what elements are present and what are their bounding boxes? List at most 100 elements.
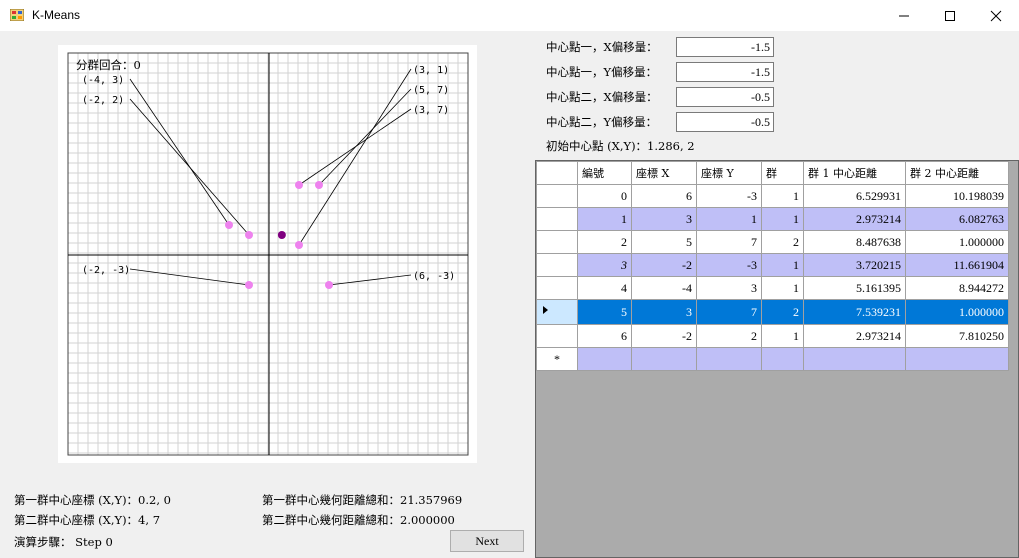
round-label: 分群回合：0	[76, 58, 141, 72]
table-row[interactable]: 1 3 1 1 2.973214 6.082763	[536, 207, 1009, 231]
row-header[interactable]	[536, 324, 578, 348]
maximize-button[interactable]	[927, 0, 973, 31]
offset-input-0[interactable]: -1.5	[676, 37, 774, 57]
table-cell[interactable]: 6.529931	[803, 184, 906, 208]
title-bar: K-Means	[0, 0, 1019, 31]
table-cell[interactable]: 5	[577, 299, 632, 325]
maximize-icon	[945, 10, 955, 21]
point-label: (-2, 2)	[82, 95, 124, 106]
point-label: (3, 7)	[413, 105, 449, 116]
column-header-3[interactable]: 群	[761, 161, 804, 185]
minimize-button[interactable]	[881, 0, 927, 31]
close-button[interactable]	[973, 0, 1019, 31]
table-cell[interactable]: 7	[696, 299, 762, 325]
row-header[interactable]	[536, 230, 578, 254]
table-cell[interactable]: 11.661904	[905, 253, 1009, 277]
table-cell[interactable]	[631, 347, 697, 371]
table-cell[interactable]: -2	[631, 324, 697, 348]
data-point	[315, 181, 323, 189]
plot-grid	[67, 52, 469, 455]
table-cell[interactable]: 3	[631, 207, 697, 231]
table-row[interactable]: 4 -4 3 1 5.161395 8.944272	[536, 276, 1009, 300]
plot-canvas: 分群回合：0 (6, -3) (3, 1) (5, 7) (-2, -3) (-4, 3)…	[67, 52, 469, 456]
table-cell[interactable]: 6	[577, 324, 632, 348]
column-header-5[interactable]: 群 2 中心距離	[905, 161, 1009, 185]
table-cell[interactable]: 8.944272	[905, 276, 1009, 300]
point-label: (-4, 3)	[82, 75, 124, 86]
table-cell[interactable]	[905, 347, 1009, 371]
initial-center-label: 初始中心點 (X,Y)：1.286, 2	[546, 139, 695, 153]
window-title: K-Means	[32, 8, 81, 22]
table-row[interactable]: 0 6 -3 1 6.529931 10.198039	[536, 184, 1009, 208]
table-cell[interactable]: -3	[696, 253, 762, 277]
table-cell[interactable]: 0	[577, 184, 632, 208]
point-label: (3, 1)	[413, 65, 449, 76]
table-row[interactable]: 2 5 7 2 8.487638 1.000000	[536, 230, 1009, 254]
table-cell[interactable]: 6	[631, 184, 697, 208]
table-cell[interactable]: 7.810250	[905, 324, 1009, 348]
table-cell[interactable]: 3.720215	[803, 253, 906, 277]
column-header-1[interactable]: 座標 X	[631, 161, 697, 185]
table-cell[interactable]: -3	[696, 184, 762, 208]
offset-input-1[interactable]: -1.5	[676, 62, 774, 82]
table-cell[interactable]: 1	[761, 207, 804, 231]
table-cell[interactable]: 1	[761, 184, 804, 208]
table-cell[interactable]: 2	[577, 230, 632, 254]
table-cell[interactable]: -4	[631, 276, 697, 300]
row-header[interactable]	[536, 184, 578, 208]
row-header[interactable]	[536, 276, 578, 300]
table-cell[interactable]: 1	[761, 276, 804, 300]
row-header[interactable]	[536, 207, 578, 231]
table-cell[interactable]: 7	[696, 230, 762, 254]
table-cell[interactable]	[577, 347, 632, 371]
table-cell[interactable]: 1	[696, 207, 762, 231]
table-cell[interactable]: 3	[696, 276, 762, 300]
table-cell[interactable]: -2	[631, 253, 697, 277]
table-cell[interactable]	[761, 347, 804, 371]
new-row-marker[interactable]: *	[536, 347, 578, 371]
table-cell[interactable]: 3	[577, 253, 632, 277]
table-cell[interactable]: 1	[761, 324, 804, 348]
table-cell[interactable]: 5	[631, 230, 697, 254]
table-cell[interactable]: 1.000000	[905, 299, 1009, 325]
table-cell[interactable]: 2.973214	[803, 324, 906, 348]
row-header[interactable]	[536, 299, 578, 325]
table-cell[interactable]: 2	[761, 230, 804, 254]
table-cell[interactable]	[803, 347, 906, 371]
table-cell[interactable]: 1	[577, 207, 632, 231]
table-cell[interactable]: 2	[696, 324, 762, 348]
table-row[interactable]: 3 -2 -3 1 3.720215 11.661904	[536, 253, 1009, 277]
table-row[interactable]: 5 3 7 2 7.539231 1.000000	[536, 299, 1009, 325]
data-grid[interactable]: 編號 座標 X 座標 Y群群 1 中心距離群 2 中心距離 0 6 -3 1 6.52993…	[535, 160, 1019, 558]
table-cell[interactable]: 7.539231	[803, 299, 906, 325]
app-icon	[10, 9, 24, 21]
row-header[interactable]	[536, 253, 578, 277]
next-button[interactable]: Next	[450, 530, 524, 552]
data-point	[245, 231, 253, 239]
point-leader-line	[298, 68, 412, 246]
column-header-0[interactable]: 編號	[577, 161, 632, 185]
table-cell[interactable]: 8.487638	[803, 230, 906, 254]
column-header-2[interactable]: 座標 Y	[696, 161, 762, 185]
table-cell[interactable]: 1	[761, 253, 804, 277]
table-cell[interactable]: 10.198039	[905, 184, 1009, 208]
point-label: (6, -3)	[413, 271, 455, 282]
table-cell[interactable]: 2.973214	[803, 207, 906, 231]
scatter-plot: 分群回合：0 (6, -3) (3, 1) (5, 7) (-2, -3) (-4, 3)…	[58, 45, 477, 463]
data-point	[245, 281, 253, 289]
column-header-4[interactable]: 群 1 中心距離	[803, 161, 906, 185]
table-cell[interactable]: 3	[631, 299, 697, 325]
offset-input-2[interactable]: -0.5	[676, 87, 774, 107]
step-label: 演算步驟： Step 0	[14, 535, 113, 549]
cluster2-center-coord: 第二群中心座標 (X,Y)：4, 7	[14, 513, 161, 527]
offset-input-3[interactable]: -0.5	[676, 112, 774, 132]
table-cell[interactable]: 1.000000	[905, 230, 1009, 254]
new-row[interactable]: *	[536, 347, 1009, 371]
table-cell[interactable]: 4	[577, 276, 632, 300]
table-cell[interactable]: 5.161395	[803, 276, 906, 300]
table-cell[interactable]: 2	[761, 299, 804, 325]
minimize-icon	[899, 15, 909, 16]
table-cell[interactable]	[696, 347, 762, 371]
table-row[interactable]: 6 -2 2 1 2.973214 7.810250	[536, 324, 1009, 348]
table-cell[interactable]: 6.082763	[905, 207, 1009, 231]
